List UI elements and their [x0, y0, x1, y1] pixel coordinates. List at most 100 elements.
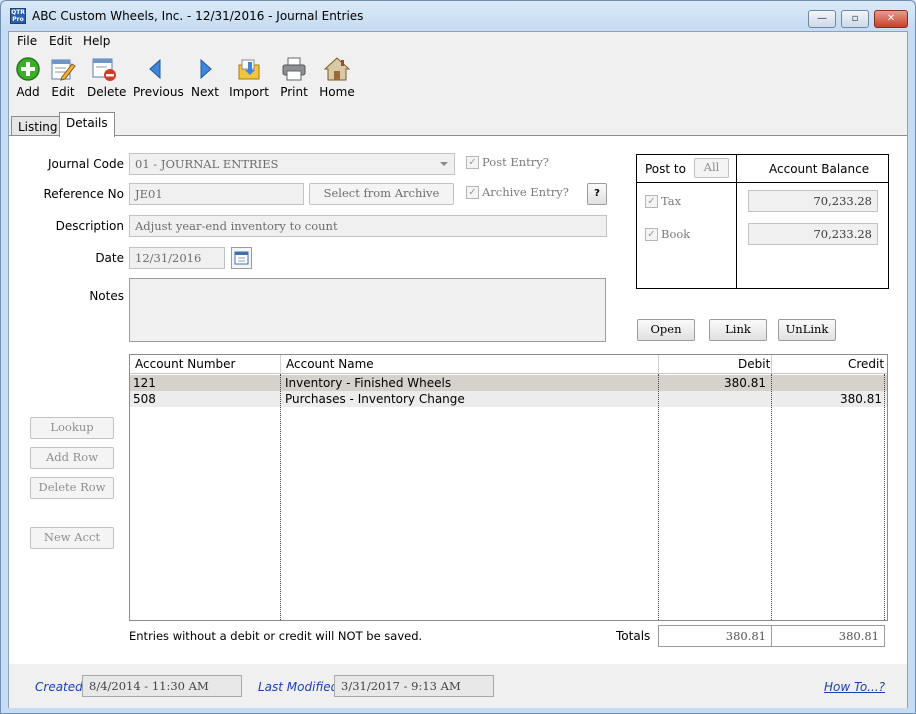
add-button[interactable]: Add — [15, 56, 41, 99]
description-field[interactable]: Adjust year-end inventory to count — [129, 215, 607, 237]
row-credit: 380.81 — [840, 392, 882, 406]
print-button[interactable]: Print — [280, 56, 308, 99]
print-icon — [281, 56, 307, 82]
book-checkbox[interactable]: ✓ — [645, 228, 658, 241]
archive-entry-label: Archive Entry? — [482, 185, 569, 199]
col-separator-1[interactable] — [280, 355, 281, 374]
book-balance-field: 70,233.28 — [748, 223, 878, 245]
title-bar: QTR Pro ABC Custom Wheels, Inc. - 12/31/… — [1, 1, 915, 31]
how-to-link[interactable]: How To...? — [824, 680, 885, 694]
add-row-button[interactable]: Add Row — [30, 447, 114, 469]
journal-code-select[interactable]: 01 - JOURNAL ENTRIES — [129, 153, 455, 175]
col-account-name[interactable]: Account Name — [286, 357, 374, 371]
link-button[interactable]: Link — [709, 319, 767, 341]
notes-label: Notes — [89, 289, 124, 303]
delete-row-button[interactable]: Delete Row — [30, 477, 114, 499]
post-entry-checkbox[interactable]: ✓ — [466, 156, 479, 169]
post-to-box: Post to All Account Balance ✓ Tax 70,233… — [636, 154, 889, 289]
next-button[interactable]: Next — [191, 56, 219, 99]
next-icon — [192, 56, 218, 82]
select-from-archive-button[interactable]: Select from Archive — [309, 183, 454, 205]
toolbar: Add Edit Delete Previous Next Import Pri… — [9, 52, 907, 104]
edit-icon — [50, 56, 76, 82]
grid-header: Account Number Account Name Debit Credit — [130, 355, 887, 374]
col-account-number[interactable]: Account Number — [135, 357, 235, 371]
app-window: QTR Pro ABC Custom Wheels, Inc. - 12/31/… — [0, 0, 916, 714]
help-button[interactable]: ? — [587, 183, 607, 205]
chevron-down-icon — [440, 162, 448, 166]
menu-edit[interactable]: Edit — [47, 34, 74, 48]
totals-label: Totals — [616, 629, 651, 643]
created-label: Created — [35, 680, 83, 694]
edit-label: Edit — [51, 85, 75, 99]
import-label: Import — [229, 85, 269, 99]
maximize-button[interactable]: ▫ — [841, 10, 869, 28]
edit-button[interactable]: Edit — [50, 56, 76, 99]
archive-entry-checkbox[interactable]: ✓ — [466, 186, 479, 199]
post-entry-label: Post Entry? — [482, 155, 549, 169]
total-credit-field: 380.81 — [771, 625, 885, 647]
grid-column-line — [280, 374, 281, 620]
tab-strip: Listing Details — [9, 112, 907, 137]
grid-column-line — [771, 374, 772, 620]
reference-no-label: Reference No — [43, 187, 124, 201]
client-area: File Edit Help Add Edit Delete Previous … — [8, 31, 908, 708]
tax-label: Tax — [661, 194, 682, 208]
journal-code-value: 01 - JOURNAL ENTRIES — [135, 157, 279, 171]
journal-code-label: Journal Code — [47, 157, 124, 171]
import-button[interactable]: Import — [229, 56, 269, 99]
table-row[interactable]: 508 Purchases - Inventory Change 380.81 — [130, 391, 887, 407]
app-logo-icon: QTR Pro — [10, 8, 26, 24]
reference-no-field[interactable]: JE01 — [129, 183, 304, 205]
next-label: Next — [191, 85, 219, 99]
tax-balance-field: 70,233.28 — [748, 190, 878, 212]
row-account-name: Inventory - Finished Wheels — [285, 376, 452, 390]
col-debit[interactable]: Debit — [738, 357, 770, 371]
delete-icon — [91, 56, 117, 82]
account-balance-header: Account Balance — [769, 162, 870, 176]
tax-checkbox[interactable]: ✓ — [645, 195, 658, 208]
calendar-button[interactable] — [231, 247, 252, 269]
home-label: Home — [319, 85, 355, 99]
col-separator-3[interactable] — [771, 355, 772, 374]
post-to-all-button[interactable]: All — [694, 158, 729, 178]
window-title: ABC Custom Wheels, Inc. - 12/31/2016 - J… — [32, 9, 364, 23]
col-separator-2[interactable] — [658, 355, 659, 374]
grid-column-line — [658, 374, 659, 620]
previous-button[interactable]: Previous — [133, 56, 184, 99]
close-button[interactable]: ✕ — [874, 10, 908, 28]
row-account-number: 121 — [133, 376, 156, 390]
open-button[interactable]: Open — [637, 319, 695, 341]
book-label: Book — [661, 227, 691, 241]
notes-field[interactable] — [129, 278, 606, 342]
table-row[interactable]: 121 Inventory - Finished Wheels 380.81 — [130, 375, 887, 391]
import-icon — [236, 56, 262, 82]
description-label: Description — [55, 219, 124, 233]
col-credit[interactable]: Credit — [848, 357, 884, 371]
add-icon — [15, 56, 41, 82]
calendar-icon — [234, 251, 249, 265]
tab-details[interactable]: Details — [59, 112, 115, 137]
home-button[interactable]: Home — [319, 56, 355, 99]
delete-button[interactable]: Delete — [87, 56, 127, 99]
last-modified-label: Last Modified — [258, 680, 339, 694]
new-acct-button[interactable]: New Acct — [30, 527, 114, 549]
menu-help[interactable]: Help — [81, 34, 112, 48]
minimize-button[interactable]: — — [808, 10, 836, 28]
entries-warning-note: Entries without a debit or credit will N… — [129, 629, 423, 643]
unlink-button[interactable]: UnLink — [778, 319, 836, 341]
tab-listing[interactable]: Listing — [11, 116, 65, 136]
post-to-header-rule — [637, 182, 888, 183]
date-field[interactable]: 12/31/2016 — [129, 247, 225, 269]
created-field: 8/4/2014 - 11:30 AM — [82, 675, 242, 697]
delete-label: Delete — [87, 85, 127, 99]
lookup-button[interactable]: Lookup — [30, 417, 114, 439]
menu-bar: File Edit Help — [9, 32, 907, 52]
post-to-divider — [736, 155, 737, 288]
menu-file[interactable]: File — [15, 34, 39, 48]
date-label: Date — [95, 251, 124, 265]
journal-lines-grid[interactable]: Account Number Account Name Debit Credit… — [129, 354, 888, 621]
status-bar: Created 8/4/2014 - 11:30 AM Last Modifie… — [9, 664, 907, 708]
previous-label: Previous — [133, 85, 184, 99]
row-debit: 380.81 — [724, 376, 766, 390]
